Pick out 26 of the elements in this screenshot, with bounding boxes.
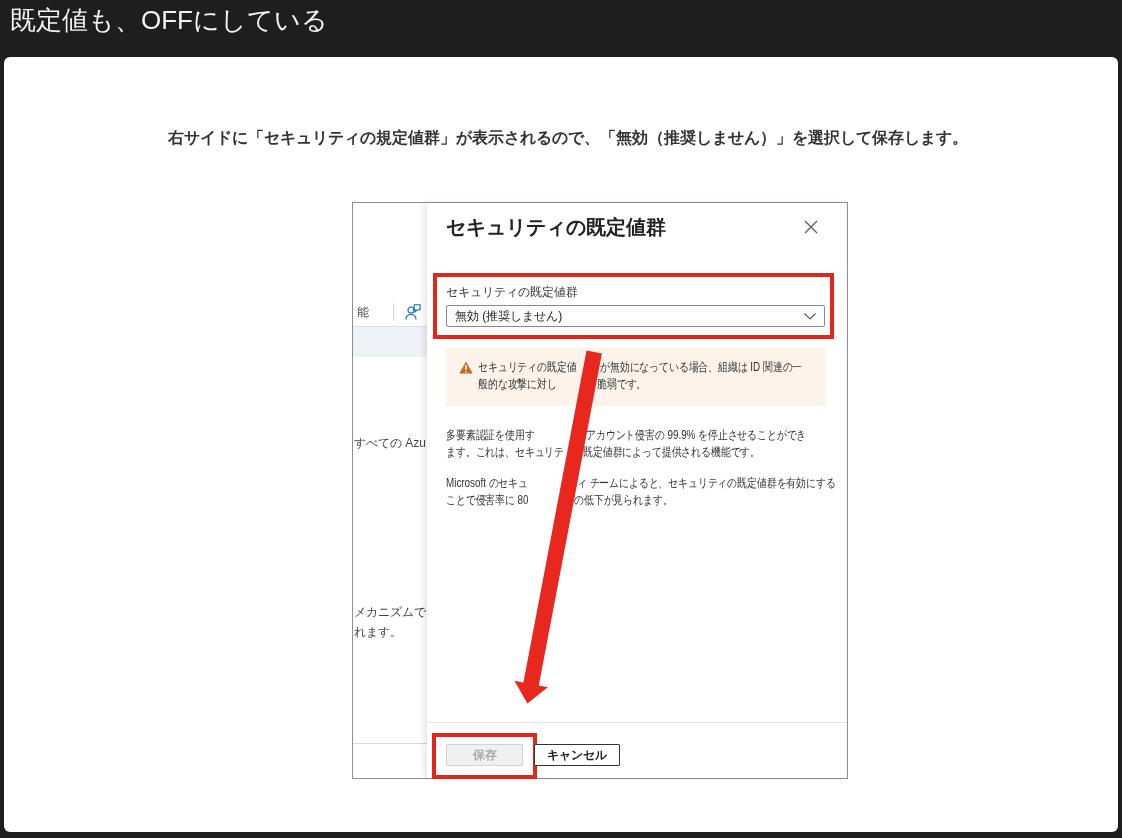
body-text: ィ チームによると、セキュリティの既定値群を有効にする — [577, 475, 836, 492]
dropdown[interactable]: 無効 (推奨しません) — [446, 305, 825, 327]
page-title: 既定値も、OFFにしている — [10, 5, 328, 35]
warning-text: 般的な攻撃に対し — [478, 376, 557, 393]
background-text: メカニズムで — [354, 604, 427, 621]
background-text: れます。 — [354, 624, 403, 641]
body-text: ことで侵害率に 80 — [446, 492, 529, 509]
instruction-text: 右サイドに「セキュリティの規定値群」が表示されるので、「無効（推奨しません）」を選択して保存します。 — [168, 128, 968, 148]
panel-button[interactable]: キャンセル — [534, 744, 620, 766]
person-chat-icon[interactable] — [405, 304, 421, 320]
body-text: 多要素認証を使用す — [446, 427, 535, 444]
warning-text: 脆弱です。 — [597, 376, 647, 393]
chevron-down-icon — [804, 312, 816, 320]
panel-title: セキュリティの既定値群 — [446, 216, 666, 238]
warning-text: セキュリティの既定値 — [478, 359, 577, 376]
body-text: アカウント侵害の 99.9% を停止させることができ — [586, 427, 807, 444]
warning-text: が無効になっている場合、組織は ID 関連の一 — [600, 359, 803, 376]
body-text: 既定値群によって提供される機能です。 — [583, 444, 761, 461]
body-text: Microsoft のセキュ — [446, 475, 528, 492]
background-text: すべての Azu — [354, 435, 427, 451]
close-icon[interactable] — [804, 220, 818, 234]
field-label: セキュリティの既定値群 — [446, 285, 579, 299]
body-text: の低下が見られます。 — [574, 492, 673, 509]
body-text: ます。これは、セキュリテ — [446, 444, 565, 461]
toolbar-label[interactable]: 能 — [357, 305, 369, 319]
warning-icon — [459, 361, 473, 374]
